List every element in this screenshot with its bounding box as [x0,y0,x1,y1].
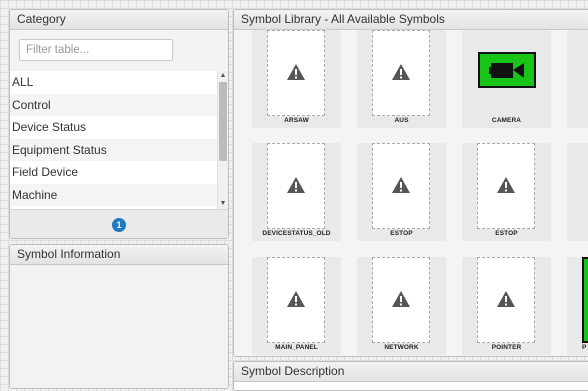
symbol-preview [267,257,325,343]
list-item-device-status[interactable]: Device Status [10,116,217,139]
warning-icon [392,291,410,307]
symbol-label: ARSAW [284,117,309,124]
camera-symbol [478,52,536,88]
symbol-tile-partial[interactable]: P [567,257,588,355]
symbol-label: P [582,344,587,351]
warning-icon [497,291,515,307]
symbol-tile[interactable]: ARSAW [252,30,341,128]
warning-icon [287,291,305,307]
category-list: ALL Control Device Status Equipment Stat… [10,71,228,209]
symbol-preview [372,30,430,116]
symbol-information-body [10,265,228,388]
symbol-preview [267,30,325,116]
symbol-information-panel: Symbol Information [9,244,229,389]
warning-icon [497,177,515,193]
symbol-label: DEVICESTATUS_OLD [262,230,331,237]
symbol-tile-partial[interactable] [567,30,588,128]
symbol-description-header: Symbol Description [234,362,588,382]
symbol-tile[interactable]: NETWORK [357,257,446,355]
scroll-down-arrow-icon[interactable]: ▼ [218,199,228,209]
filter-input[interactable] [19,39,173,61]
category-body: ALL Control Device Status Equipment Stat… [10,30,228,238]
symbol-tile[interactable]: ESTOP [357,143,446,241]
symbol-label: CAMERA [491,117,522,124]
category-header: Category [10,10,228,30]
symbol-information-header: Symbol Information [10,245,228,265]
symbol-label: NETWORK [384,344,419,351]
warning-icon [287,177,305,193]
scroll-up-arrow-icon[interactable]: ▲ [218,71,228,81]
symbol-preview [372,257,430,343]
symbol-library-header: Symbol Library - All Available Symbols [234,10,588,30]
list-scrollbar[interactable]: ▲ ▼ [217,71,228,209]
green-panel-symbol [582,257,588,343]
symbol-tile[interactable]: CAMERA [462,30,551,128]
symbol-tile[interactable]: DEVICESTATUS_OLD [252,143,341,241]
symbol-label: ESTOP [390,230,413,237]
symbol-label: POINTER [491,344,522,351]
symbol-preview [477,257,535,343]
symbol-library-panel: Symbol Library - All Available Symbols A… [233,9,588,357]
symbol-preview [477,143,535,229]
camera-icon [489,63,524,78]
list-item-all[interactable]: ALL [10,71,217,94]
list-item-equipment-status[interactable]: Equipment Status [10,138,217,161]
warning-icon [392,177,410,193]
symbol-label: MAIN_PANEL [275,344,318,351]
symbol-tile-partial[interactable] [567,143,588,241]
symbol-tile[interactable]: ESTOP [462,143,551,241]
pagination-bar: 1 [10,209,228,238]
symbol-preview [267,143,325,229]
page-number-badge[interactable]: 1 [112,218,126,232]
warning-icon [392,64,410,80]
list-item-machine[interactable]: Machine [10,183,217,206]
symbol-tile[interactable]: POINTER [462,257,551,355]
symbol-label: AUS [394,117,409,124]
symbol-library-grid: ARSAW AUS CAMERA DEVICESTATUS_OLD ESTOP … [234,30,588,356]
symbol-tile[interactable]: AUS [357,30,446,128]
list-item-field-device[interactable]: Field Device [10,161,217,184]
list-item-control[interactable]: Control [10,93,217,116]
symbol-label: ESTOP [495,230,518,237]
symbol-preview [372,143,430,229]
scroll-thumb[interactable] [219,82,227,161]
symbol-description-panel: Symbol Description [233,361,588,391]
symbol-tile[interactable]: MAIN_PANEL [252,257,341,355]
warning-icon [287,64,305,80]
category-panel: Category ALL Control Device Status Equip… [9,9,229,239]
